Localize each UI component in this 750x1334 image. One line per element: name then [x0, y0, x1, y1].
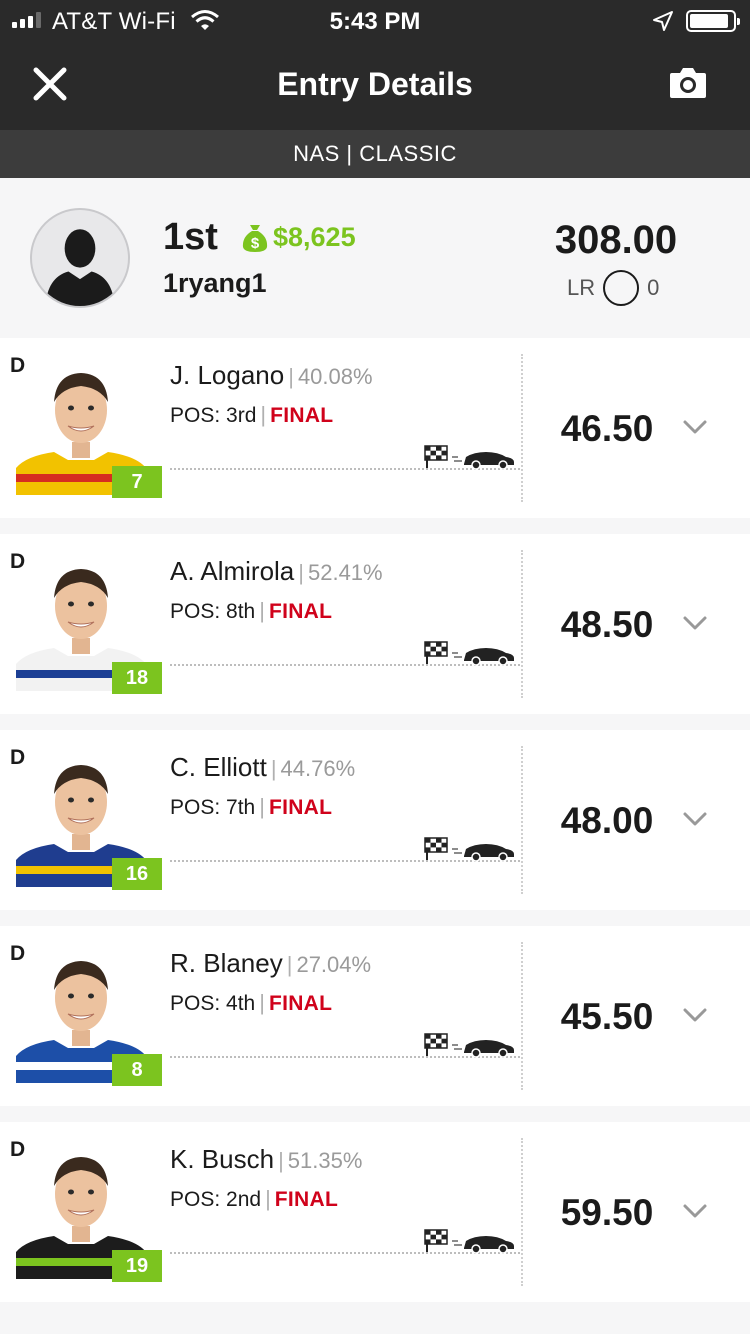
- battery-icon: [686, 10, 740, 32]
- driver-info: A. Almirola | 52.41%: [170, 556, 383, 586]
- checkered-flag-car-icon: [424, 641, 514, 666]
- clock: 5:43 PM: [329, 8, 421, 35]
- race-status: POS: 2nd | FINAL: [170, 1186, 339, 1211]
- lr-value: 0: [647, 275, 660, 300]
- driver-info: R. Blaney | 27.04%: [170, 948, 372, 978]
- status-badge: FINAL: [270, 404, 334, 427]
- camera-icon[interactable]: [668, 64, 708, 100]
- race-status: POS: 4th | FINAL: [170, 990, 333, 1015]
- entry-summary: 1st $ $8,625 1ryang1 308.00 LR 0: [0, 178, 750, 338]
- fantasy-points: 59.50: [560, 1192, 654, 1233]
- divider: [521, 746, 523, 894]
- car-number-badge: 18: [112, 662, 162, 694]
- driver-name: C. Elliott: [170, 752, 267, 782]
- finish-position: POS: 7th: [170, 796, 256, 819]
- chevron-down-icon[interactable]: [682, 614, 708, 632]
- chevron-down-icon[interactable]: [682, 1006, 708, 1024]
- prize-amount: $ $8,625: [241, 222, 356, 253]
- ownership-percent: 40.08%: [297, 364, 373, 389]
- car-number-badge: 16: [112, 858, 162, 890]
- svg-text:$: $: [251, 235, 260, 252]
- chevron-down-icon[interactable]: [682, 418, 708, 436]
- car-number-badge: 7: [112, 466, 162, 498]
- race-status: POS: 8th | FINAL: [170, 598, 333, 623]
- checkered-flag-car-icon: [424, 837, 514, 862]
- entry-rank: 1st: [163, 216, 218, 258]
- fantasy-points: 48.50: [560, 604, 654, 645]
- lr-circle-icon: [603, 270, 640, 306]
- user-silhouette-icon: [45, 229, 115, 306]
- checkered-flag-car-icon: [424, 1033, 514, 1058]
- avatar: [30, 208, 130, 308]
- driver-info: C. Elliott | 44.76%: [170, 752, 356, 782]
- prize-value: $8,625: [273, 222, 356, 252]
- ownership-percent: 44.76%: [280, 756, 356, 781]
- driver-name: A. Almirola: [170, 556, 295, 586]
- contest-type-bar: NAS | CLASSIC: [0, 130, 750, 178]
- status-badge: FINAL: [268, 600, 333, 623]
- ownership-percent: 27.04%: [296, 952, 372, 977]
- finish-position: POS: 4th: [170, 992, 256, 1015]
- status-badge: FINAL: [268, 992, 333, 1015]
- driver-info: J. Logano | 40.08%: [170, 360, 373, 390]
- player-card-2[interactable]: D 18 A. Almirola | 52.41% POS: 8th | FINAL: [0, 534, 750, 714]
- car-number-badge: 19: [112, 1250, 162, 1282]
- location-arrow-icon: [653, 11, 673, 31]
- status-bar: AT&T Wi-Fi 5:43 PM: [0, 0, 750, 40]
- player-card-4[interactable]: D 8 R. Blaney|27.04% POS: 4th|FINAL: [0, 926, 750, 1106]
- status-badge: FINAL: [268, 796, 333, 819]
- race-status: POS: 3rd | FINAL: [170, 402, 334, 427]
- player-card-5[interactable]: D 19 K. Busch|51.35% POS: 2nd|FINAL: [0, 1122, 750, 1302]
- driver-name: R. Blaney: [170, 948, 283, 978]
- money-bag-icon: $: [242, 224, 268, 252]
- nav-bar: Entry Details: [0, 40, 750, 130]
- checkered-flag-car-icon: [424, 445, 514, 470]
- page-title: Entry Details: [277, 66, 473, 102]
- fantasy-points: 48.00: [560, 800, 654, 841]
- car-number-badge: 8: [112, 1054, 162, 1086]
- ownership-percent: 51.35%: [287, 1148, 363, 1173]
- race-status: POS: 7th | FINAL: [170, 794, 333, 819]
- ownership-percent: 52.41%: [307, 560, 383, 585]
- finish-position: POS: 2nd: [170, 1188, 262, 1211]
- player-card-1[interactable]: D 7 J. Logano|40.08% POS: 3rd|FINAL: [0, 338, 750, 518]
- chevron-down-icon[interactable]: [682, 810, 708, 828]
- driver-name: K. Busch: [170, 1144, 275, 1174]
- driver-name: J. Logano: [170, 360, 285, 390]
- divider: [521, 1138, 523, 1286]
- player-card-3[interactable]: D 16 C. Elliott | 44.76% POS: 7th | FINAL: [0, 730, 750, 910]
- username: 1ryang1: [163, 268, 267, 298]
- lr-indicator: LR 0: [567, 270, 659, 306]
- divider: [521, 942, 523, 1090]
- status-badge: FINAL: [274, 1188, 339, 1211]
- fantasy-points: 46.50: [560, 408, 654, 449]
- fantasy-points: 45.50: [560, 996, 654, 1037]
- finish-position: POS: 8th: [170, 600, 256, 623]
- divider: [521, 354, 523, 502]
- player-list: D 7 J. Logano|40.08% POS: 3rd|FINAL: [0, 338, 750, 1318]
- chevron-down-icon[interactable]: [682, 1202, 708, 1220]
- driver-info: K. Busch | 51.35%: [170, 1144, 363, 1174]
- divider: [521, 550, 523, 698]
- finish-position: POS: 3rd: [170, 404, 257, 427]
- total-points: 308.00: [554, 218, 678, 262]
- lr-label: LR: [567, 275, 596, 300]
- checkered-flag-car-icon: [424, 1229, 514, 1254]
